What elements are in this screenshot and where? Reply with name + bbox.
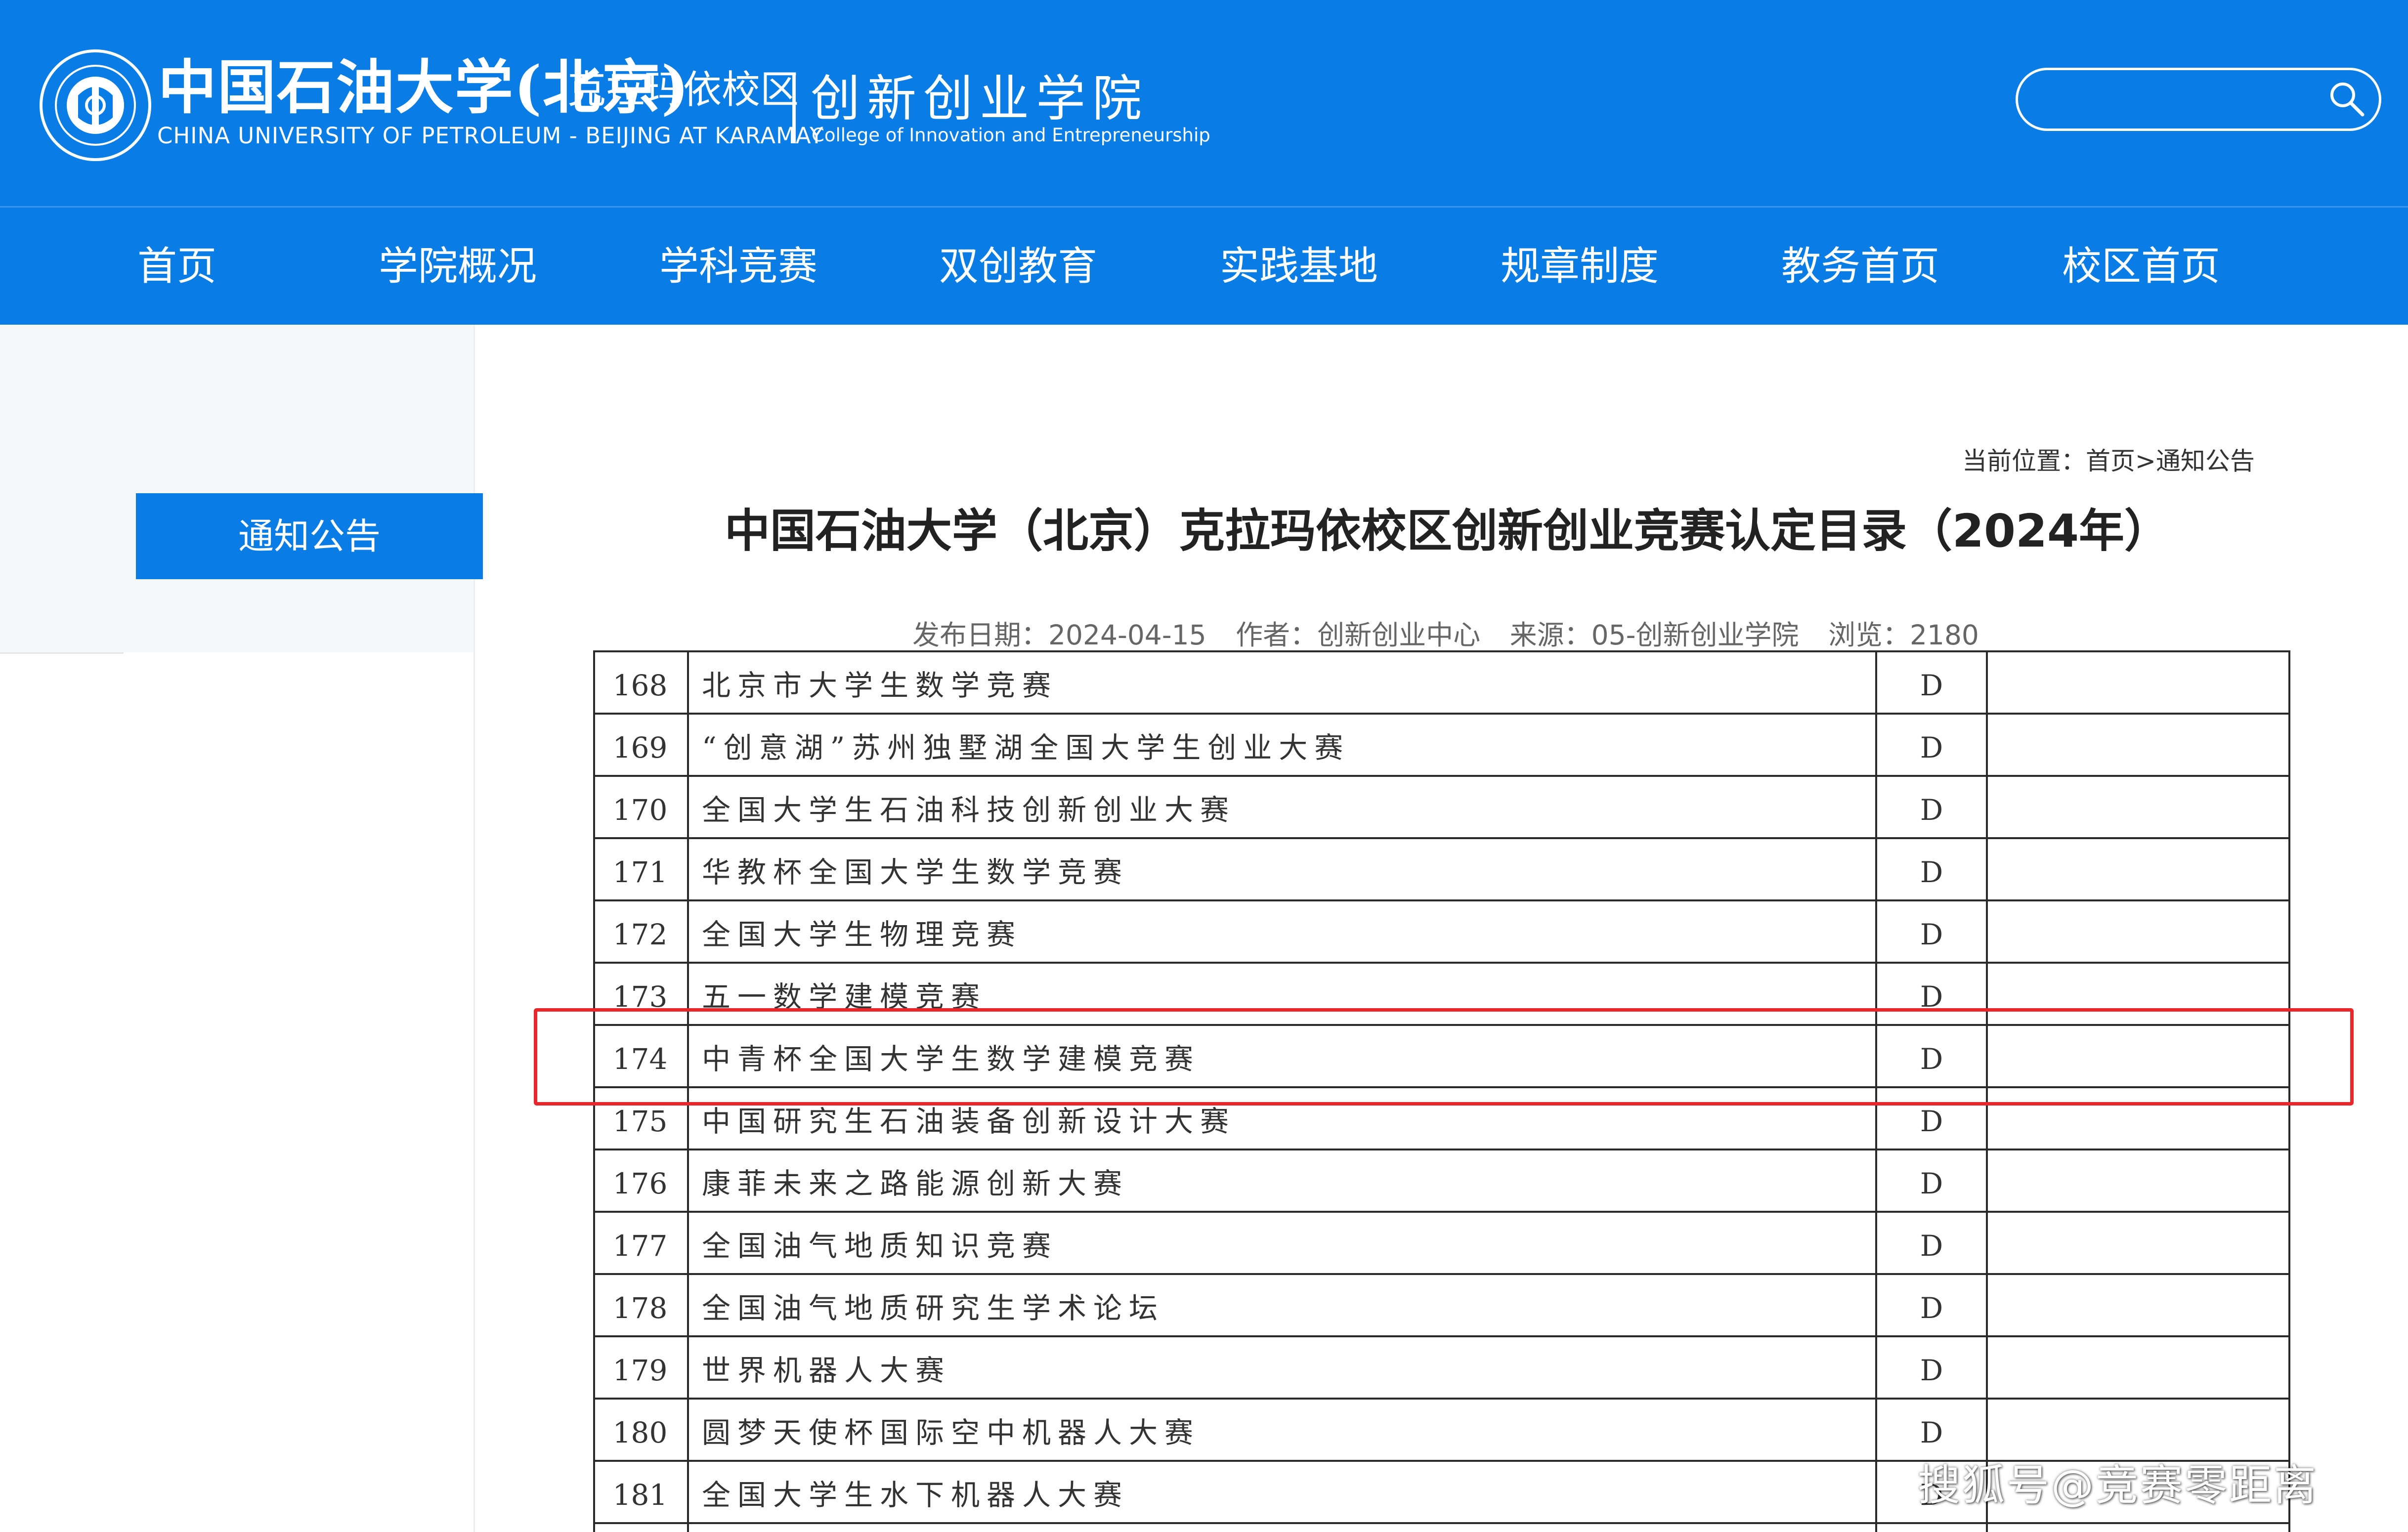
article-meta: 发布日期：2024-04-15 作者：创新创业中心 来源：05-创新创业学院 浏…	[912, 613, 2000, 652]
competition-name: 圆梦天使杯国际空中机器人大赛	[702, 1416, 1201, 1449]
main-nav: 首页 学院概况 学科竞赛 双创教育 实践基地 规章制度 教务首页 校区首页	[0, 208, 2408, 325]
competition-name: 华教杯全国大学生数学竞赛	[702, 855, 1129, 889]
search-icon[interactable]	[2327, 79, 2366, 119]
table-rule	[593, 1211, 2290, 1213]
table-rule	[593, 1273, 2290, 1275]
table-row: 177 全国油气地质知识竞赛 D	[593, 1212, 2290, 1274]
university-name-en: CHINA UNIVERSITY OF PETROLEUM - BEIJING …	[157, 123, 824, 149]
university-seal-icon[interactable]	[39, 48, 152, 162]
view-count: 浏览：2180	[1828, 619, 1979, 651]
competition-grade: D	[1920, 855, 1943, 889]
nav-item-competitions[interactable]: 学科竞赛	[659, 208, 817, 325]
nav-item-academic-affairs[interactable]: 教务首页	[1781, 208, 1939, 325]
competition-name: 世界机器人大赛	[702, 1354, 951, 1387]
table-rule	[593, 775, 2290, 777]
competition-name: 全国油气地质研究生学术论坛	[702, 1291, 1165, 1325]
row-number: 178	[612, 1291, 668, 1325]
competition-grade: D	[1920, 1167, 1943, 1200]
row-number: 172	[612, 918, 668, 951]
table-row: 168 北京市大学生数学竞赛 D	[593, 651, 2290, 714]
college-name-en: College of Innovation and Entrepreneursh…	[812, 125, 1210, 146]
sidebar-item-notices[interactable]: 通知公告	[136, 493, 483, 579]
table-rule	[593, 1522, 2290, 1524]
highlight-box	[534, 1008, 2354, 1106]
competition-grade: D	[1920, 793, 1943, 827]
table-row: 178 全国油气地质研究生学术论坛 D	[593, 1274, 2290, 1336]
competition-name: 全国油气地质知识竞赛	[702, 1229, 1058, 1263]
competition-name: 全国大学生水下机器人大赛	[702, 1478, 1129, 1512]
row-number: 168	[612, 669, 668, 702]
row-number: 169	[612, 731, 668, 765]
nav-item-campus-home[interactable]: 校区首页	[2062, 208, 2220, 325]
competition-grade: D	[1920, 731, 1943, 765]
table-rule	[593, 1335, 2290, 1337]
row-number: 180	[612, 1416, 668, 1449]
nav-item-home[interactable]: 首页	[137, 208, 216, 325]
competition-grade: D	[1920, 1291, 1943, 1325]
page-title: 中国石油大学（北京）克拉玛依校区创新创业竞赛认定目录（2024年）	[725, 505, 2170, 557]
competition-grade: D	[1920, 918, 1943, 951]
row-number: 181	[612, 1478, 668, 1512]
table-rule	[593, 962, 2290, 964]
competition-name: “创意湖”苏州独墅湖全国大学生创业大赛	[702, 731, 1350, 765]
row-number: 177	[612, 1229, 668, 1263]
logo-divider	[792, 74, 796, 143]
article-author: 作者：创新创业中心	[1236, 619, 1481, 651]
nav-item-education[interactable]: 双创教育	[939, 208, 1097, 325]
article-source: 来源：05-创新创业学院	[1509, 619, 1799, 651]
competition-name: 全国大学生物理竞赛	[702, 918, 1023, 951]
breadcrumb[interactable]: 当前位置：首页>通知公告	[1962, 441, 2255, 477]
watermark: 搜狐号@竞赛零距离	[1918, 1461, 2318, 1510]
table-row: 169 “创意湖”苏州独墅湖全国大学生创业大赛 D	[593, 714, 2290, 776]
table-rule	[593, 713, 2290, 715]
campus-name-cn[interactable]: 克拉玛依校区	[567, 65, 799, 115]
sidebar-divider	[0, 652, 124, 654]
table-row: 179 世界机器人大赛 D	[593, 1336, 2290, 1399]
competition-name: 北京市大学生数学竞赛	[702, 669, 1058, 702]
table-row: 176 康菲未来之路能源创新大赛 D	[593, 1149, 2290, 1212]
competition-name: 康菲未来之路能源创新大赛	[702, 1167, 1129, 1200]
table-rule	[593, 1149, 2290, 1150]
search-input[interactable]	[2016, 68, 2381, 131]
competition-grade: D	[1920, 669, 1943, 702]
publish-date: 发布日期：2024-04-15	[912, 619, 1206, 651]
table-rule	[593, 1398, 2290, 1400]
competition-grade: D	[1920, 1354, 1943, 1387]
table-row: 172 全国大学生物理竞赛 D	[593, 900, 2290, 963]
competition-name: 全国大学生石油科技创新创业大赛	[702, 793, 1236, 827]
table-row: 171 华教杯全国大学生数学竞赛 D	[593, 838, 2290, 900]
row-number: 170	[612, 793, 668, 827]
row-number: 179	[612, 1354, 668, 1387]
nav-item-about[interactable]: 学院概况	[379, 208, 537, 325]
competition-grade: D	[1920, 1229, 1943, 1263]
nav-item-regulations[interactable]: 规章制度	[1501, 208, 1659, 325]
college-name-cn[interactable]: 创新创业学院	[811, 69, 1149, 128]
table-rule	[593, 837, 2290, 839]
sidebar-panel	[0, 325, 473, 652]
table-rule	[593, 650, 2290, 652]
row-number: 176	[612, 1167, 668, 1200]
table-rule	[593, 899, 2290, 901]
table-row: 170 全国大学生石油科技创新创业大赛 D	[593, 776, 2290, 838]
site-header: 中国石油大学(北京) 克拉玛依校区 CHINA UNIVERSITY OF PE…	[0, 0, 2408, 206]
row-number: 171	[612, 855, 668, 889]
nav-item-practice-base[interactable]: 实践基地	[1220, 208, 1378, 325]
